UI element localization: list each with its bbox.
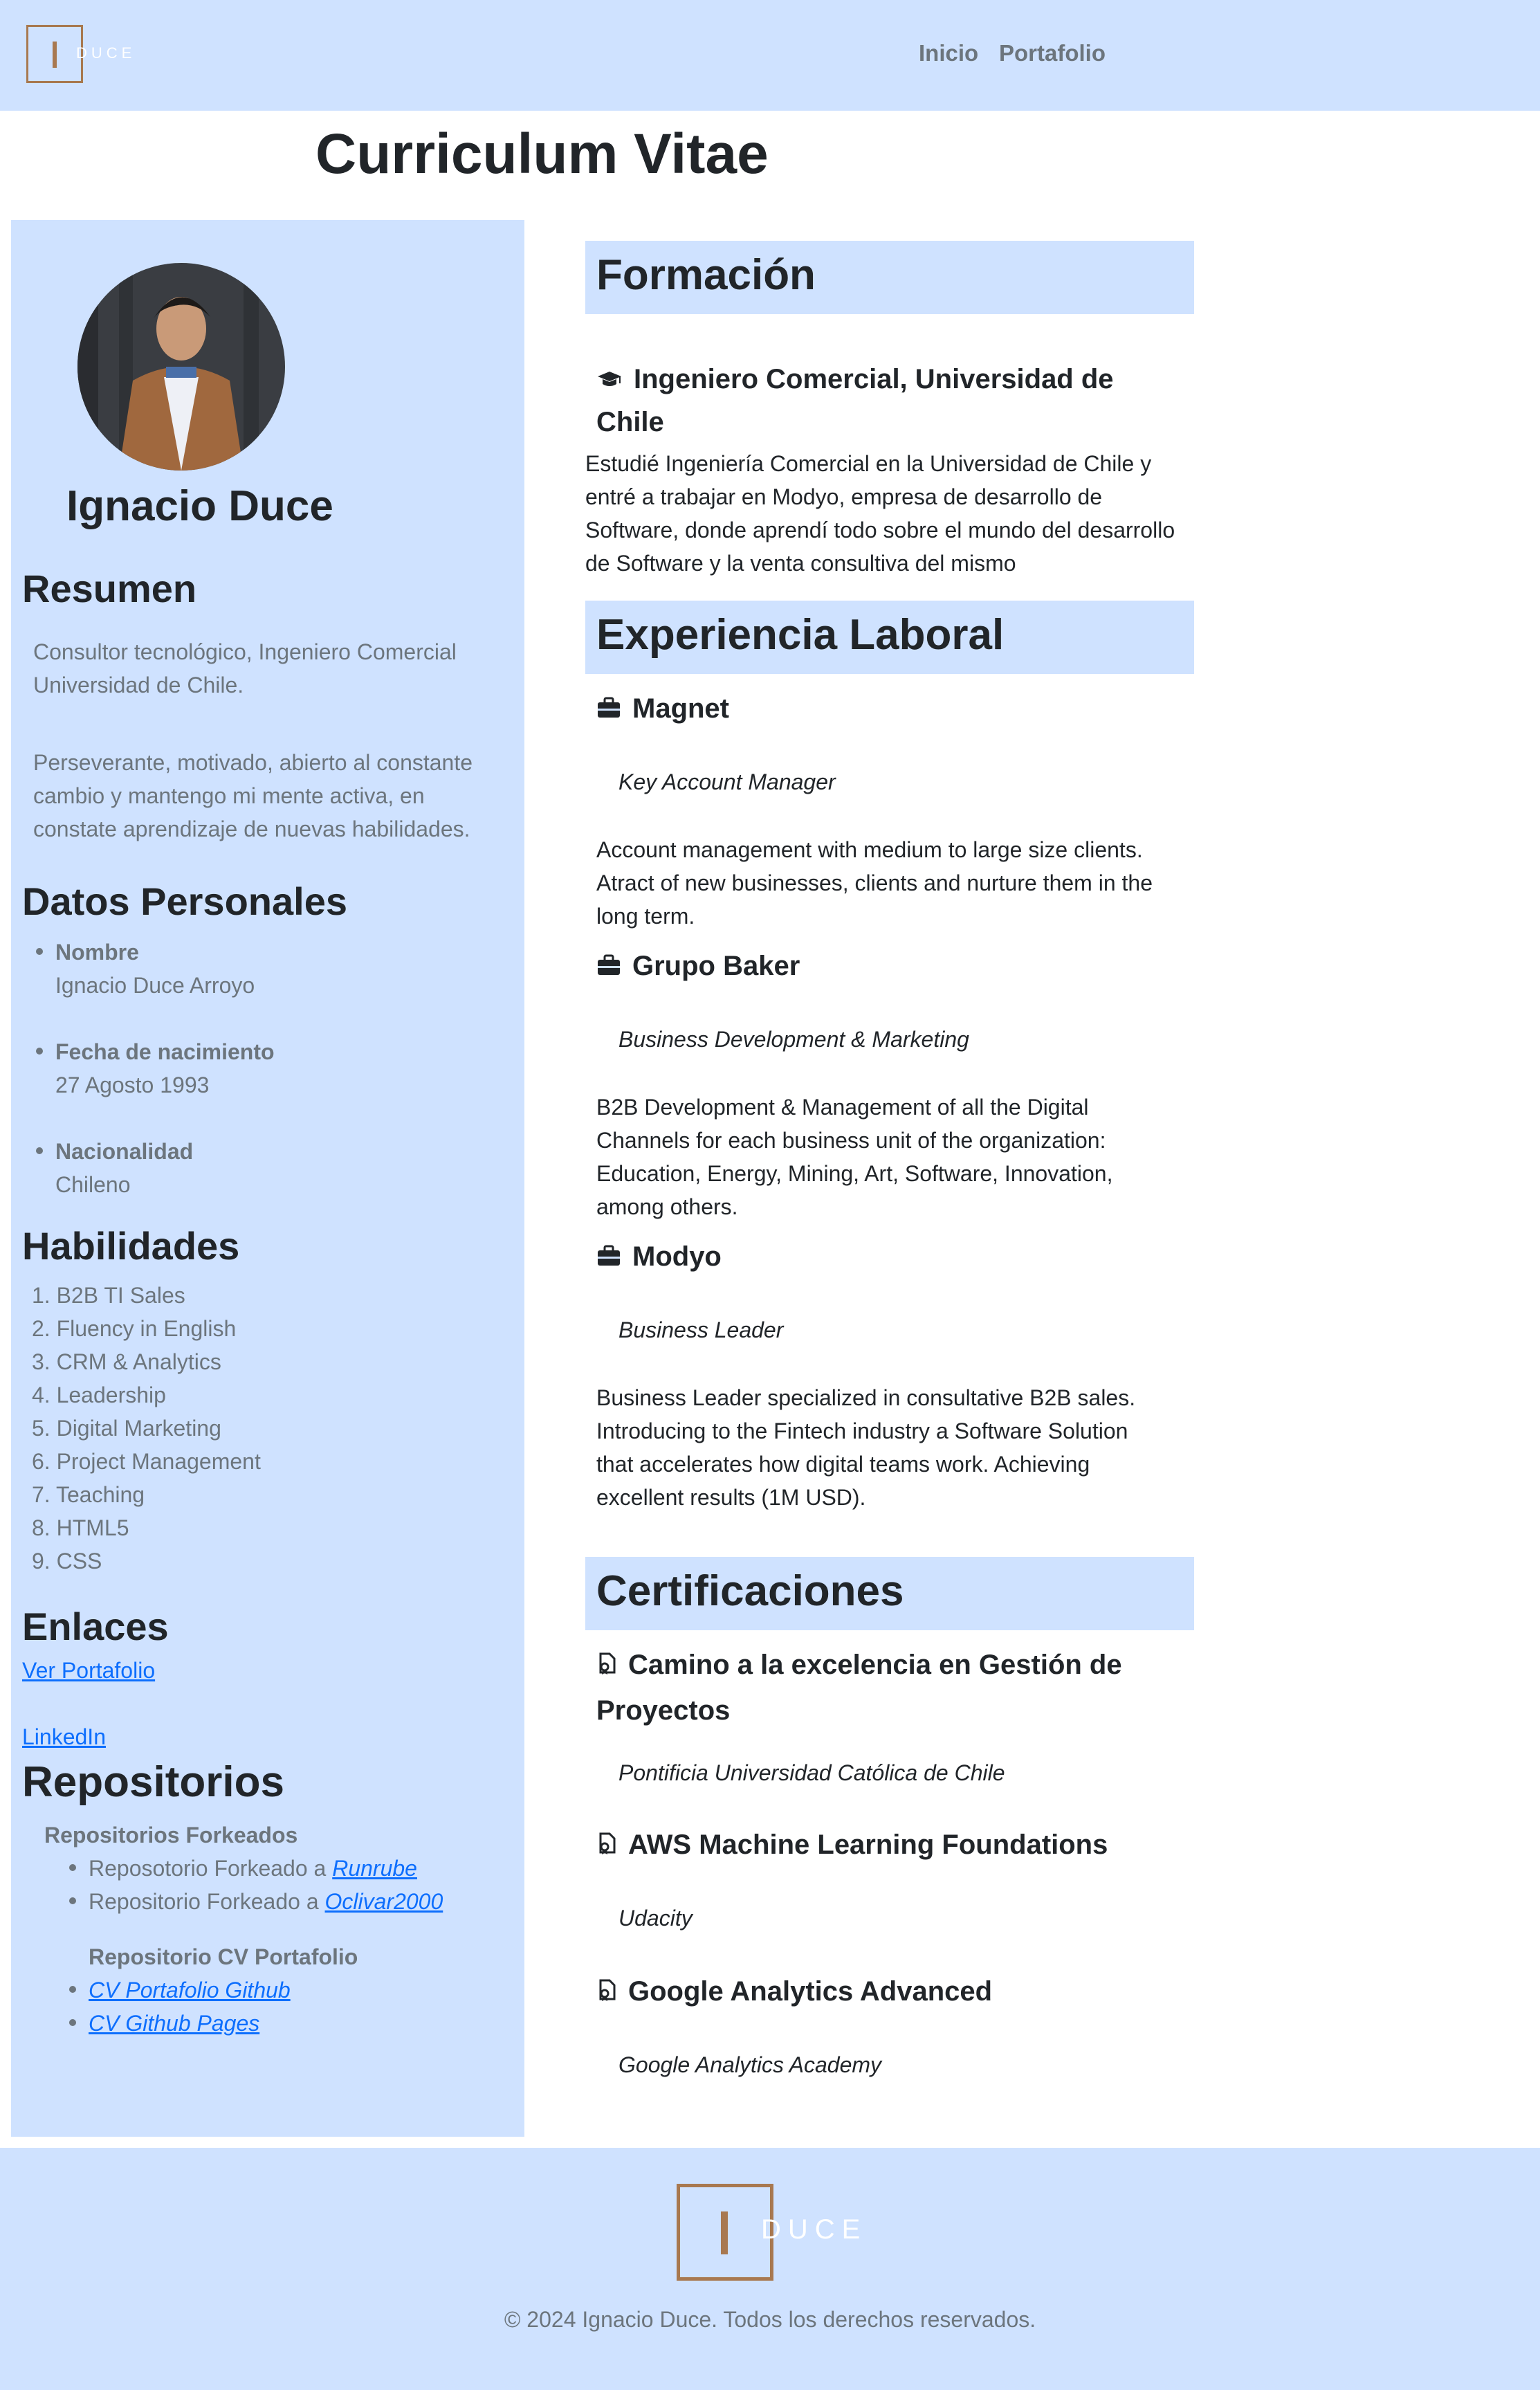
job-role: Business Development & Marketing [618, 1027, 969, 1052]
forked-repos-heading: Repositorios Forkeados [44, 1823, 298, 1848]
cv-repo-item: CV Github Pages [69, 2007, 259, 2040]
briefcase-icon [596, 947, 621, 988]
datos-item-nombre: Nombre Ignacio Duce Arroyo [36, 936, 255, 1002]
resumen-paragraph-1: Consultor tecnológico, Ingeniero Comerci… [33, 639, 457, 697]
formacion-header: Formación [585, 241, 1194, 314]
cert-issuer: Pontificia Universidad Católica de Chile [618, 1760, 1005, 1785]
skill-item: 9. CSS [32, 1549, 102, 1573]
briefcase-icon [596, 689, 621, 731]
footer-logo: DUCE [677, 2184, 877, 2281]
copyright: © 2024 Ignacio Duce. Todos los derechos … [504, 2307, 1036, 2332]
graduation-cap-icon [596, 360, 623, 401]
datos-heading: Datos Personales [22, 879, 347, 923]
bullet-dot [36, 1048, 43, 1055]
skill-item: 3. CRM & Analytics [32, 1349, 221, 1374]
nav-inicio[interactable]: Inicio [919, 40, 978, 66]
formacion-description: Estudié Ingeniería Comercial en la Unive… [585, 451, 1175, 576]
cv-repo-heading: Repositorio CV Portafolio [89, 1944, 358, 1969]
formacion-heading: Formación [596, 251, 816, 299]
datos-value: 27 Agosto 1993 [55, 1073, 210, 1097]
habilidades-heading: Habilidades [22, 1224, 240, 1268]
datos-value: Chileno [55, 1172, 131, 1197]
datos-item-nacionalidad: Nacionalidad Chileno [36, 1135, 194, 1201]
job-title-grupo-baker: Grupo Baker [596, 945, 1205, 988]
skill-item: 2. Fluency in English [32, 1316, 237, 1341]
skill-item: 1. B2B TI Sales [32, 1283, 185, 1308]
repositorios-heading: Repositorios [22, 1758, 284, 1806]
forked-repo-prefix: Reposotorio Forkeado a [89, 1856, 333, 1881]
logo-text: DUCE [761, 2214, 868, 2245]
job-description: Business Leader specialized in consultat… [596, 1385, 1136, 1510]
bullet-dot [36, 948, 43, 955]
job-role: Business Leader [618, 1317, 784, 1342]
brand-logo[interactable]: DUCE [26, 25, 137, 83]
runrube-link[interactable]: Runrube [332, 1856, 417, 1881]
forked-repo-item: Repositorio Forkeado a Oclivar2000 [69, 1885, 443, 1918]
forked-repo-prefix: Repositorio Forkeado a [89, 1889, 325, 1914]
job-title-modyo: Modyo [596, 1236, 1205, 1279]
bullet-dot [36, 1147, 43, 1154]
experiencia-header: Experiencia Laboral [585, 601, 1194, 674]
logo-bar [721, 2211, 728, 2254]
certificate-icon [596, 1644, 617, 1688]
bullet-dot [69, 2019, 76, 2026]
linkedin-link[interactable]: LinkedIn [22, 1724, 106, 1750]
skill-item: 8. HTML5 [32, 1515, 129, 1540]
footer: DUCE © 2024 Ignacio Duce. Todos los dere… [0, 2148, 1540, 2390]
logo-text: DUCE [76, 44, 136, 62]
bullet-dot [69, 1986, 76, 1993]
datos-item-fecha: Fecha de nacimiento 27 Agosto 1993 [36, 1035, 275, 1102]
profile-name: Ignacio Duce [66, 482, 333, 530]
skill-item: 5. Digital Marketing [32, 1416, 221, 1441]
job-description: B2B Development & Management of all the … [596, 1095, 1113, 1219]
resumen-paragraph-2: Perseverante, motivado, abierto al const… [33, 750, 473, 841]
job-role: Key Account Manager [618, 769, 836, 794]
cert-title: AWS Machine Learning Foundations [596, 1824, 1205, 1867]
datos-value: Ignacio Duce Arroyo [55, 973, 255, 998]
cert-issuer: Udacity [618, 1906, 693, 1931]
certificate-icon [596, 1972, 617, 2014]
cv-github-pages-link[interactable]: CV Github Pages [89, 2011, 259, 2036]
cert-title: Google Analytics Advanced [596, 1971, 1205, 2014]
datos-label: Nacionalidad [55, 1139, 194, 1164]
bullet-dot [69, 1864, 76, 1871]
datos-label: Fecha de nacimiento [55, 1039, 275, 1064]
bullet-dot [69, 1897, 76, 1904]
cv-repo-item: CV Portafolio Github [69, 1973, 291, 2007]
skill-item: 7. Teaching [32, 1482, 145, 1507]
sidebar: Ignacio Duce Resumen Consultor tecnológi… [11, 220, 524, 2137]
navbar: DUCE Inicio Portafolio [0, 0, 1540, 111]
skill-item: 4. Leadership [32, 1383, 166, 1407]
degree-title: Ingeniero Comercial, Universidad de Chil… [596, 358, 1150, 443]
job-description: Account management with medium to large … [596, 837, 1153, 929]
experiencia-heading: Experiencia Laboral [596, 611, 1005, 659]
enlaces-heading: Enlaces [22, 1605, 169, 1648]
logo-bar [53, 42, 57, 68]
cert-title: Camino a la excelencia en Gestión de Pro… [596, 1643, 1164, 1733]
certificate-icon [596, 1825, 617, 1867]
ver-portafolio-link[interactable]: Ver Portafolio [22, 1658, 155, 1684]
skills-list: 1. B2B TI Sales 2. Fluency in English 3.… [32, 1279, 261, 1578]
skill-item: 6. Project Management [32, 1449, 261, 1474]
certificaciones-heading: Certificaciones [596, 1567, 904, 1615]
avatar [77, 263, 285, 471]
forked-repo-item: Reposotorio Forkeado a Runrube [69, 1852, 417, 1885]
resumen-heading: Resumen [22, 567, 197, 610]
oclivar2000-link[interactable]: Oclivar2000 [325, 1889, 443, 1914]
page-title: Curriculum Vitae [315, 122, 769, 185]
datos-label: Nombre [55, 940, 139, 965]
cert-issuer: Google Analytics Academy [618, 2052, 882, 2077]
cv-portafolio-github-link[interactable]: CV Portafolio Github [89, 1978, 291, 2003]
certificaciones-header: Certificaciones [585, 1557, 1194, 1630]
nav-portafolio[interactable]: Portafolio [999, 40, 1106, 66]
job-title-magnet: Magnet [596, 688, 1205, 731]
briefcase-icon [596, 1237, 621, 1279]
